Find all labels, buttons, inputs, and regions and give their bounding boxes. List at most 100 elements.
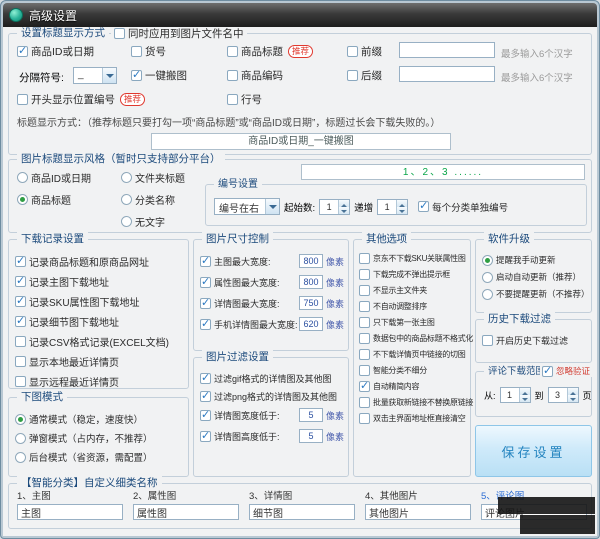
attr-max-width-input[interactable] — [298, 275, 323, 289]
radio-style-no-text[interactable]: 无文字 — [121, 214, 165, 229]
checkbox-apply-to-filename[interactable]: 同时应用到图片文件名中 — [111, 27, 247, 41]
prefix-input[interactable] — [399, 42, 495, 58]
checkbox-record-detail-image-url[interactable]: 记录细节图下载地址 — [15, 314, 184, 329]
spin-up-icon[interactable] — [519, 388, 530, 395]
checkbox-main-max-width[interactable]: 主图最大宽度: — [200, 255, 299, 268]
checkbox-record-csv[interactable]: 记录CSV格式记录(EXCEL文档) — [15, 334, 184, 349]
checkbox-no-format-datapack-title[interactable]: 数据包中的商品标题不格式化 — [359, 333, 473, 344]
checkbox-prefix[interactable]: 前缀 — [347, 44, 382, 59]
checkbox-auto-simplify-content[interactable]: 自动精简内容 — [359, 380, 468, 392]
suffix-input[interactable] — [399, 66, 495, 82]
to-page-stepper[interactable] — [547, 387, 579, 403]
separator-dropdown[interactable]: _ — [73, 67, 117, 84]
checkbox-smart-category-no-subdivide[interactable]: 智能分类不细分 — [359, 365, 468, 376]
title-bar[interactable]: 高级设置 — [3, 3, 597, 27]
radio-style-id-date[interactable]: 商品ID或日期 — [17, 170, 91, 185]
checkbox-detail-max-width[interactable]: 详情图最大宽度: — [200, 297, 299, 310]
checkbox-hide-main-folder[interactable]: 不显示主文件夹 — [359, 285, 468, 296]
checkbox-product-title[interactable]: 商品标题 推荐 — [227, 44, 314, 59]
checkbox-label: 属性图最大宽度: — [214, 277, 280, 288]
checkbox-no-linked-slices[interactable]: 不下载详情页中链接的切图 — [359, 349, 468, 360]
detail-max-width-input[interactable] — [298, 296, 323, 310]
checkbox-per-category-numbering[interactable]: 每个分类单独编号 — [418, 200, 508, 214]
checkbox-label: 忽略验证 — [556, 366, 591, 376]
radio-label: 通常模式（稳定，速度快） — [29, 415, 144, 426]
spin-up-icon[interactable] — [567, 388, 578, 395]
category-main-input[interactable] — [17, 504, 123, 520]
checkbox-product-code[interactable]: 商品编码 — [227, 68, 283, 83]
radio-label: 无文字 — [135, 218, 165, 229]
detail-width-below-input[interactable] — [298, 408, 323, 422]
group-title: 图片过滤设置 — [202, 350, 273, 365]
mobile-detail-max-width-input[interactable] — [298, 317, 323, 331]
spin-down-icon[interactable] — [339, 206, 350, 214]
checkbox-label: 过滤gif格式的详情图及其他图 — [214, 374, 332, 384]
start-number-input[interactable] — [320, 199, 339, 214]
checkbox-position-number[interactable]: 开头显示位置编号 推荐 — [17, 92, 146, 107]
radio-normal-mode[interactable]: 通常模式（稳定，速度快） — [15, 412, 184, 426]
radio-manual-update[interactable]: 提醒我手动更新 — [482, 254, 587, 266]
checkbox-label: 一键搬图 — [145, 70, 187, 82]
pixel-unit: 像素 — [325, 298, 344, 309]
category-other-input[interactable] — [365, 504, 471, 520]
checkbox-filter-png[interactable]: 过滤png格式的详情图及其他图 — [200, 390, 344, 403]
checkbox-attr-max-width[interactable]: 属性图最大宽度: — [200, 276, 299, 289]
checkbox-no-auto-sort[interactable]: 不自动调整排序 — [359, 301, 468, 312]
spin-up-icon[interactable] — [397, 199, 408, 207]
category-attr-input[interactable] — [133, 504, 239, 520]
checkbox-one-key-move[interactable]: 一键搬图 — [131, 68, 187, 83]
checkbox-record-main-image-url[interactable]: 记录主图下载地址 — [15, 274, 184, 289]
spin-down-icon[interactable] — [519, 395, 530, 402]
checkbox-suffix[interactable]: 后缀 — [347, 68, 382, 83]
checkbox-label: 显示本地最近详情页 — [29, 358, 119, 369]
checkbox-show-local-detail-page[interactable]: 显示本地最近详情页 — [15, 354, 184, 369]
radio-style-category-name[interactable]: 分类名称 — [121, 192, 175, 207]
from-page-stepper[interactable] — [499, 387, 531, 403]
checkbox-label: 记录CSV格式记录(EXCEL文档) — [29, 338, 170, 349]
chevron-down-icon[interactable] — [102, 68, 116, 83]
checkbox-product-id-or-date[interactable]: 商品ID或日期 — [17, 44, 94, 59]
detail-height-below-input[interactable] — [298, 429, 323, 443]
spin-up-icon[interactable] — [339, 199, 350, 207]
checkbox-batch-links-no-replace[interactable]: 批量获取新链接不替换原链接 — [359, 397, 473, 408]
checkbox-detail-width-below[interactable]: 详情图宽度低于: — [200, 409, 299, 422]
from-page-input[interactable] — [500, 388, 519, 402]
checkbox-ignore-verification[interactable]: 忽略验证 — [540, 365, 593, 377]
checkbox-label: 详情图最大宽度: — [214, 298, 280, 309]
checkbox-glyph — [15, 376, 26, 387]
radio-no-update-reminder[interactable]: 不要提醒更新（不推荐） — [482, 288, 590, 300]
checkbox-double-click-clear-address[interactable]: 双击主界面地址框直接清空 — [359, 413, 468, 424]
checkbox-glyph — [200, 430, 211, 442]
checkbox-record-title-and-url[interactable]: 记录商品标题和原商品网址 — [15, 254, 184, 269]
category-detail-input[interactable] — [249, 504, 355, 520]
increment-stepper[interactable] — [377, 198, 409, 215]
radio-auto-update[interactable]: 启动自动更新（推荐） — [482, 271, 587, 283]
main-max-width-input[interactable] — [298, 254, 323, 268]
checkbox-mobile-detail-max-width[interactable]: 手机详情图最大宽度: — [200, 318, 299, 331]
checkbox-detail-height-below[interactable]: 详情图高度低于: — [200, 430, 299, 443]
checkbox-jd-no-sku-images[interactable]: 京东不下载SKU关联属性图 — [359, 253, 468, 264]
save-settings-button[interactable]: 保存设置 — [475, 425, 592, 477]
checkbox-glyph — [359, 365, 370, 376]
spin-down-icon[interactable] — [397, 206, 408, 214]
start-number-stepper[interactable] — [319, 198, 351, 215]
checkbox-filter-gif[interactable]: 过滤gif格式的详情图及其他图 — [200, 372, 344, 385]
chevron-down-icon[interactable] — [265, 199, 279, 214]
checkbox-glyph — [359, 317, 370, 328]
checkbox-item-number[interactable]: 货号 — [131, 44, 166, 59]
spin-down-icon[interactable] — [567, 395, 578, 402]
radio-style-folder-title[interactable]: 文件夹标题 — [121, 170, 185, 185]
checkbox-show-remote-detail-page[interactable]: 显示远程最近详情页 — [15, 374, 184, 389]
checkbox-only-first-main-image[interactable]: 只下载第一张主图 — [359, 317, 468, 328]
radio-popup-mode[interactable]: 弹窗模式（占内存，不推荐） — [15, 431, 184, 445]
radio-style-product-title[interactable]: 商品标题 — [17, 192, 71, 207]
increment-input[interactable] — [378, 199, 397, 214]
to-page-input[interactable] — [548, 388, 567, 402]
checkbox-line-number[interactable]: 行号 — [227, 92, 262, 107]
checkbox-enable-history-filter[interactable]: 开启历史下载过滤 — [482, 334, 589, 347]
checkbox-no-finish-prompt[interactable]: 下载完成不弹出提示框 — [359, 269, 468, 280]
radio-background-mode[interactable]: 后台模式（省资源，需配置） — [15, 450, 184, 464]
checkbox-label: 下载完成不弹出提示框 — [373, 270, 450, 279]
checkbox-record-sku-image-url[interactable]: 记录SKU属性图下载地址 — [15, 294, 184, 309]
numbering-position-dropdown[interactable]: 编号在右 — [214, 198, 280, 215]
